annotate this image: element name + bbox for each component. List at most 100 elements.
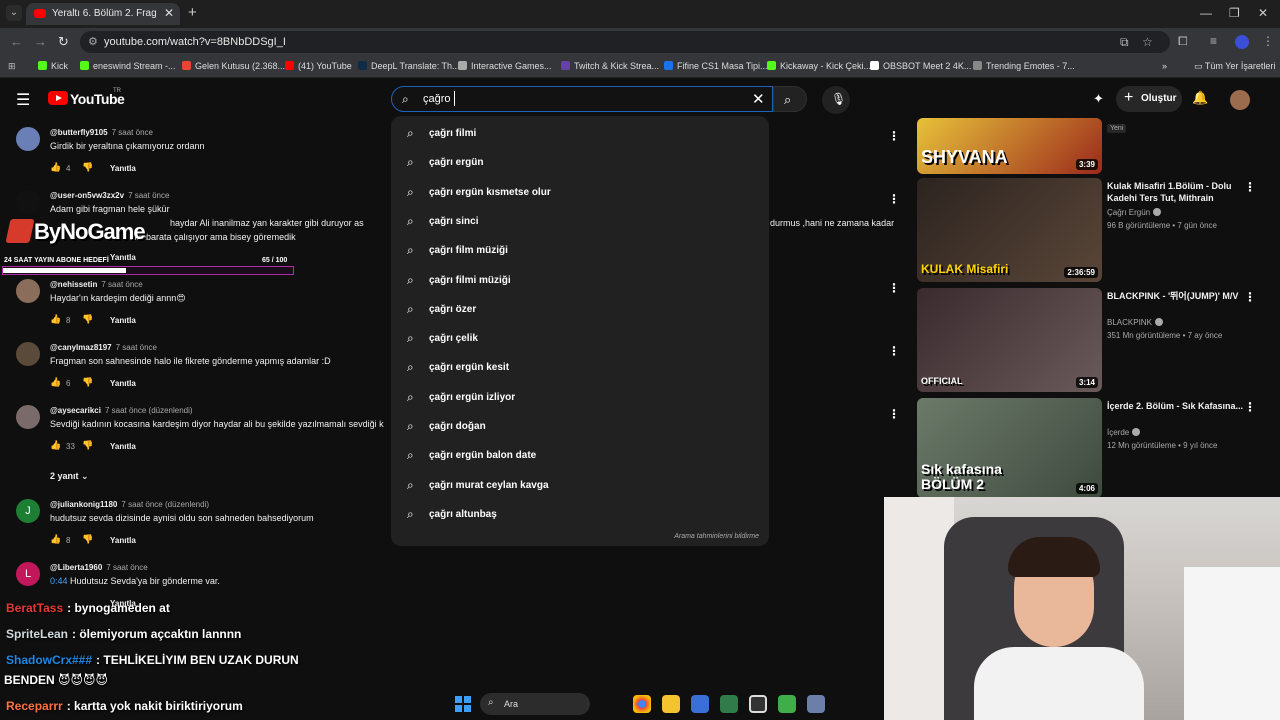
search-suggestion[interactable]: ⌕ çağrı altunbaş xyxy=(391,501,769,530)
recommendation-item[interactable]: SHYVANA 3:39 xyxy=(917,118,1267,174)
bookmark-item[interactable]: (41) YouTube xyxy=(285,61,352,71)
bookmark-item[interactable]: DeepL Translate: Th... xyxy=(358,61,460,71)
reply-button[interactable]: Yanıtla xyxy=(110,379,136,388)
dislike-icon[interactable]: 👎 xyxy=(82,534,93,545)
recommendation-item[interactable]: KULAK Misafiri 2:36:59 Kulak Misafiri 1.… xyxy=(917,178,1267,282)
profile-avatar[interactable] xyxy=(1235,35,1249,49)
video-title[interactable]: İçerde 2. Bölüm - Sık Kafasına... xyxy=(1107,400,1247,412)
bookmark-item[interactable]: eneswind Stream -... xyxy=(80,61,176,71)
tab-close-icon[interactable]: ✕ xyxy=(164,6,174,20)
windows-start-icon[interactable] xyxy=(455,696,471,712)
dislike-icon[interactable]: 👎 xyxy=(82,377,93,388)
comment-author[interactable]: @butterfly9105 7 saat önce xyxy=(50,128,153,137)
search-suggestion[interactable]: ⌕ çağrı ergün kesit xyxy=(391,354,769,383)
chrome-icon[interactable] xyxy=(633,695,651,713)
report-predictions-link[interactable]: Arama tahminlerini bildirme xyxy=(674,533,759,540)
taskbar-search[interactable]: ⌕ Ara xyxy=(480,693,590,715)
bookmark-item[interactable]: Gelen Kutusu (2.368... xyxy=(182,61,285,71)
video-thumbnail[interactable]: OFFICIAL 3:14 xyxy=(917,288,1102,392)
obs-icon[interactable] xyxy=(749,695,767,713)
timestamp-link[interactable]: 0:44 xyxy=(50,576,68,586)
dislike-icon[interactable]: 👎 xyxy=(82,314,93,325)
channel-name[interactable]: İçerde xyxy=(1107,428,1141,437)
account-avatar[interactable] xyxy=(1230,90,1250,110)
apps-grid-icon[interactable]: ⊞ xyxy=(8,61,16,72)
app-icon[interactable] xyxy=(720,695,738,713)
more-options-icon[interactable]: ⋮ xyxy=(888,407,900,421)
recommendation-item[interactable]: Sık kafasına BÖLÜM 2 4:06 İçerde 2. Bölü… xyxy=(917,398,1267,498)
video-thumbnail[interactable]: KULAK Misafiri 2:36:59 xyxy=(917,178,1102,282)
reload-icon[interactable]: ↻ xyxy=(58,34,69,50)
search-suggestion[interactable]: ⌕ çağrı filmi müziği xyxy=(391,267,769,296)
reply-button[interactable]: Yanıtla xyxy=(110,253,136,262)
youtube-logo-icon[interactable] xyxy=(48,91,68,105)
extension-puzzle-icon[interactable]: ✦ xyxy=(1093,91,1104,107)
tab-active[interactable]: Yeraltı 6. Bölüm 2. Fragmanı - YouTube ✕ xyxy=(26,3,180,25)
search-suggestion[interactable]: ⌕ çağrı ergün izliyor xyxy=(391,384,769,413)
search-suggestion[interactable]: ⌕ çağrı ergün kısmetse olur xyxy=(391,179,769,208)
tab-search-icon[interactable]: ⌄ xyxy=(6,5,22,21)
voice-search-button[interactable]: 🎙 xyxy=(822,86,850,114)
file-explorer-icon[interactable] xyxy=(662,695,680,713)
dislike-icon[interactable]: 👎 xyxy=(82,440,93,451)
bookmark-item[interactable]: Kickaway - Kick Çeki... xyxy=(767,61,871,71)
more-options-icon[interactable]: ⋮ xyxy=(1244,290,1256,304)
notifications-bell-icon[interactable]: 🔔 xyxy=(1192,90,1208,106)
more-bookmarks-icon[interactable]: » xyxy=(1162,61,1167,71)
search-suggestion[interactable]: ⌕ çağrı doğan xyxy=(391,413,769,442)
chrome-menu-icon[interactable]: ⋮ xyxy=(1262,34,1274,48)
comment-author[interactable]: @user-on5vw3zx2v 7 saat önce xyxy=(50,191,169,200)
like-icon[interactable]: 👍 xyxy=(50,314,61,325)
search-suggestion[interactable]: ⌕ çağrı filmi xyxy=(391,120,769,149)
create-button[interactable]: + Oluştur xyxy=(1116,86,1182,112)
comment-author[interactable]: @Liberta1960 7 saat önce xyxy=(50,563,148,572)
comment-author[interactable]: @nehissetin 7 saat önce xyxy=(50,280,143,289)
comment-author[interactable]: @juliankonig1180 7 saat önce (düzenlendi) xyxy=(50,500,209,509)
all-bookmarks[interactable]: ▭ Tüm Yer İşaretleri xyxy=(1194,61,1275,72)
avatar[interactable] xyxy=(16,279,40,303)
avatar[interactable] xyxy=(16,127,40,151)
comment-author[interactable]: @aysecarikci 7 saat önce (düzenlendi) xyxy=(50,406,193,415)
search-suggestion[interactable]: ⌕ çağrı film müziği xyxy=(391,237,769,266)
more-options-icon[interactable]: ⋮ xyxy=(1244,400,1256,414)
replies-toggle[interactable]: 2 yanıt ⌄ xyxy=(50,471,89,482)
video-thumbnail[interactable]: Sık kafasına BÖLÜM 2 4:06 xyxy=(917,398,1102,498)
menu-icon[interactable]: ☰ xyxy=(16,90,30,110)
more-options-icon[interactable]: ⋮ xyxy=(888,281,900,295)
avatar[interactable] xyxy=(16,190,40,214)
video-thumbnail[interactable]: SHYVANA 3:39 xyxy=(917,118,1102,174)
channel-name[interactable]: BLACKPINK xyxy=(1107,318,1163,327)
recommendation-item[interactable]: OFFICIAL 3:14 BLACKPINK - '뛰어(JUMP)' M/V… xyxy=(917,288,1267,392)
address-bar[interactable]: ⚙ youtube.com/watch?v=8BNbDDSgI_I ⧉ ☆ xyxy=(80,31,1170,53)
app-icon[interactable] xyxy=(778,695,796,713)
bookmark-star-icon[interactable]: ☆ xyxy=(1142,35,1153,49)
search-input[interactable]: ⌕ çağro ✕ xyxy=(391,86,773,112)
reply-button[interactable]: Yanıtla xyxy=(110,536,136,545)
more-options-icon[interactable]: ⋮ xyxy=(1244,180,1256,194)
comment-author[interactable]: @canylmaz8197 7 saat önce xyxy=(50,343,157,352)
clear-search-icon[interactable]: ✕ xyxy=(752,90,765,108)
search-suggestion[interactable]: ⌕ çağrı sinci xyxy=(391,208,769,237)
dislike-icon[interactable]: 👎 xyxy=(82,162,93,173)
search-suggestion[interactable]: ⌕ çağrı çelik xyxy=(391,325,769,354)
search-suggestion[interactable]: ⌕ çağrı özer xyxy=(391,296,769,325)
avatar[interactable] xyxy=(16,342,40,366)
reply-button[interactable]: Yanıtla xyxy=(110,164,136,173)
bookmark-item[interactable]: Kick xyxy=(38,61,68,71)
more-options-icon[interactable]: ⋮ xyxy=(888,129,900,143)
avatar[interactable]: L xyxy=(16,562,40,586)
back-icon[interactable]: ← xyxy=(10,34,23,49)
like-icon[interactable]: 👍 xyxy=(50,440,61,451)
avatar[interactable] xyxy=(16,405,40,429)
forward-icon[interactable]: → xyxy=(34,34,47,49)
bookmark-item[interactable]: Fifine CS1 Masa Tipi... xyxy=(664,61,768,71)
restore-icon[interactable]: ❐ xyxy=(1229,6,1240,20)
settings-icon[interactable] xyxy=(807,695,825,713)
store-icon[interactable] xyxy=(691,695,709,713)
search-suggestion[interactable]: ⌕ çağrı ergün balon date xyxy=(391,442,769,471)
install-app-icon[interactable]: ⧉ xyxy=(1120,35,1129,50)
search-suggestion[interactable]: ⌕ çağrı murat ceylan kavga xyxy=(391,472,769,501)
channel-name[interactable]: Çağrı Ergün xyxy=(1107,208,1162,217)
site-info-icon[interactable]: ⚙ xyxy=(88,35,98,48)
avatar[interactable]: J xyxy=(16,499,40,523)
